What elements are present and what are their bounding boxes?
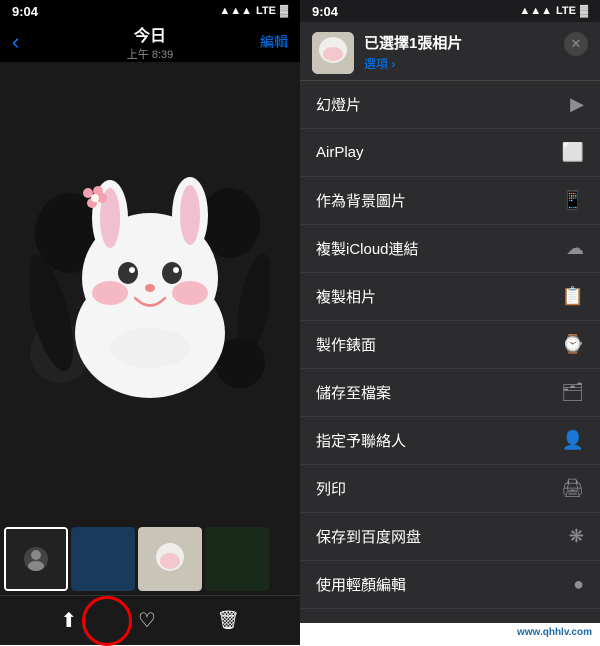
main-photo-area[interactable]: [0, 62, 300, 523]
page-subtitle: 上午 8:39: [127, 46, 173, 62]
menu-item-label-3: 複製iCloud連結: [316, 238, 419, 259]
menu-item-3[interactable]: 複製iCloud連結 ☁: [300, 225, 600, 273]
menu-item-label-0: 幻燈片: [316, 94, 361, 115]
strip-thumb-2[interactable]: [71, 527, 135, 591]
menu-item-icon-5: ⌚: [562, 334, 584, 355]
menu-item-9[interactable]: 保存到百度网盘 ❋: [300, 513, 600, 561]
menu-item-icon-6: 🗂: [561, 382, 584, 403]
right-time: 9:04: [312, 4, 338, 19]
menu-item-label-9: 保存到百度网盘: [316, 526, 421, 547]
right-status-bar: 9:04 ▲▲▲ LTE ▓: [300, 0, 600, 22]
left-time: 9:04: [12, 4, 38, 19]
menu-item-11[interactable]: 九宮格切圖⊞: [300, 609, 600, 623]
right-signal-icon: ▲▲▲: [519, 5, 552, 17]
menu-item-icon-8: 🖨: [561, 478, 584, 499]
back-button[interactable]: ‹: [12, 29, 19, 55]
lte-label: LTE: [256, 5, 276, 17]
menu-item-label-2: 作為背景圖片: [316, 190, 406, 211]
photo-strip[interactable]: [0, 523, 300, 595]
close-button[interactable]: ✕: [564, 32, 588, 56]
menu-item-10[interactable]: 使用輕顏編輯 ●: [300, 561, 600, 609]
strip-thumb-3[interactable]: [138, 527, 202, 591]
left-panel: 9:04 ▲▲▲ LTE ▓ ‹ 今日 上午 8:39 編輯: [0, 0, 300, 645]
share-header: 已選擇1張相片 選項 › ✕: [300, 22, 600, 81]
right-battery-icon: ▓: [580, 5, 588, 17]
menu-item-icon-2: 📱: [562, 190, 584, 211]
page-title: 今日: [127, 22, 173, 46]
bottom-toolbar: ⬆ ♡ 🗑: [0, 595, 300, 645]
menu-item-icon-10: ●: [573, 574, 584, 595]
edit-button[interactable]: 編輯: [260, 32, 288, 52]
share-button[interactable]: ⬆: [60, 610, 77, 632]
delete-button[interactable]: 🗑: [217, 610, 240, 631]
menu-item-label-7: 指定予聯絡人: [316, 430, 406, 451]
menu-item-label-6: 儲存至檔案: [316, 382, 391, 403]
menu-item-0[interactable]: 幻燈片 ▶: [300, 81, 600, 129]
battery-icon: ▓: [280, 5, 288, 17]
highlight-circle: [82, 596, 132, 646]
menu-item-label-8: 列印: [316, 478, 346, 499]
menu-item-5[interactable]: 製作錶面 ⌚: [300, 321, 600, 369]
watermark-site: www.qhhlv.com: [517, 627, 592, 638]
menu-item-label-5: 製作錶面: [316, 334, 376, 355]
menu-item-label-10: 使用輕顏編輯: [316, 574, 406, 595]
menu-item-4[interactable]: 複製相片 📋: [300, 273, 600, 321]
menu-item-icon-3: ☁: [566, 238, 584, 259]
menu-item-2[interactable]: 作為背景圖片 📱: [300, 177, 600, 225]
close-icon: ✕: [571, 36, 582, 52]
menu-item-1[interactable]: AirPlay ⬜: [300, 129, 600, 177]
share-menu-list: 幻燈片 ▶ AirPlay ⬜ 作為背景圖片 📱 複製iCloud連結 ☁ 複製相片 📋 製作錶面 ⌚…: [300, 81, 600, 623]
menu-item-icon-1: ⬜: [562, 142, 584, 163]
right-panel: 9:04 ▲▲▲ LTE ▓ 已選擇1張相片 選項 › ✕ 幻燈片 ▶ AirPla…: [300, 0, 600, 645]
right-status-icons: ▲▲▲ LTE ▓: [519, 5, 588, 17]
strip-thumb-1[interactable]: [4, 527, 68, 591]
header-title-group: 今日 上午 8:39: [127, 22, 173, 62]
left-status-bar: 9:04 ▲▲▲ LTE ▓: [0, 0, 300, 22]
signal-icon: ▲▲▲: [219, 5, 252, 17]
left-header: ‹ 今日 上午 8:39 編輯: [0, 22, 300, 62]
menu-item-6[interactable]: 儲存至檔案 🗂: [300, 369, 600, 417]
right-lte-label: LTE: [556, 5, 576, 17]
menu-item-7[interactable]: 指定予聯絡人 👤: [300, 417, 600, 465]
left-status-icons: ▲▲▲ LTE ▓: [219, 5, 288, 17]
bunny-illustration: [30, 173, 270, 413]
options-link[interactable]: 選項 ›: [364, 55, 588, 72]
menu-item-icon-7: 👤: [562, 430, 584, 451]
menu-item-icon-9: ❋: [569, 526, 584, 547]
menu-item-label-4: 複製相片: [316, 286, 376, 307]
strip-thumb-4[interactable]: [205, 527, 269, 591]
watermark-area: www.qhhlv.com: [300, 623, 600, 645]
menu-item-label-1: AirPlay: [316, 144, 364, 161]
menu-item-8[interactable]: 列印 🖨: [300, 465, 600, 513]
favorite-button[interactable]: ♡: [138, 608, 156, 633]
selected-photo-thumb: [312, 32, 354, 74]
selected-count: 已選擇1張相片: [364, 35, 462, 52]
share-header-info: 已選擇1張相片 選項 ›: [364, 32, 588, 72]
menu-item-icon-0: ▶: [570, 94, 584, 115]
menu-item-icon-4: 📋: [562, 286, 584, 307]
